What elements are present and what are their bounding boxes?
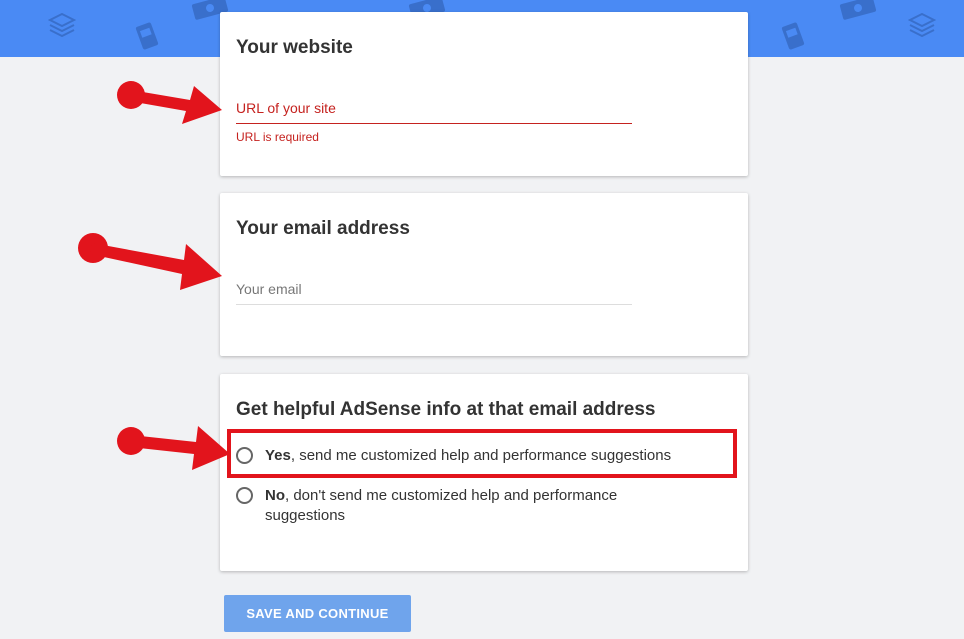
- site-url-input[interactable]: [236, 93, 632, 124]
- radio-label-no: No, don't send me customized help and pe…: [265, 487, 618, 524]
- website-card-title: Your website: [236, 37, 353, 58]
- ad-sticker-icon: [781, 22, 805, 50]
- annotation-arrow: [117, 426, 230, 470]
- website-card: Your website URL is required: [220, 12, 748, 176]
- url-error-message: URL is required: [236, 130, 319, 144]
- annotation-arrow: [78, 233, 222, 290]
- money-icon: [839, 0, 877, 20]
- radio-button-no[interactable]: [236, 487, 253, 504]
- email-card-title: Your email address: [236, 218, 410, 239]
- layers-icon: [48, 12, 76, 38]
- email-card: Your email address: [220, 193, 748, 356]
- highlight-box: [227, 429, 737, 478]
- layers-icon: [908, 12, 936, 38]
- radio-option-no[interactable]: No, don't send me customized help and pe…: [236, 486, 685, 526]
- annotation-arrow: [117, 81, 222, 124]
- email-input[interactable]: [236, 274, 632, 305]
- ad-sticker-icon: [135, 22, 159, 50]
- save-and-continue-button[interactable]: SAVE AND CONTINUE: [224, 595, 411, 632]
- adsense-card-title: Get helpful AdSense info at that email a…: [236, 399, 656, 420]
